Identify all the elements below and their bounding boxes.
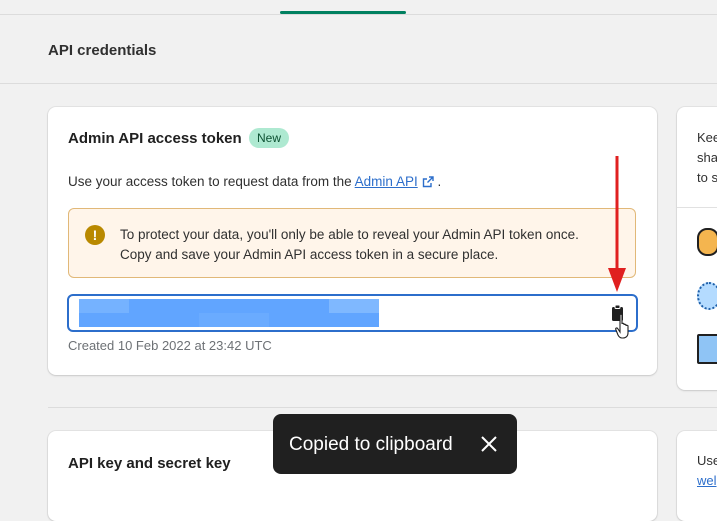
admin-api-link[interactable]: Admin API bbox=[355, 174, 434, 189]
admin-api-link-label[interactable]: Admin API bbox=[355, 174, 418, 189]
side-panel-text: Kee sha to s bbox=[697, 130, 717, 185]
warning-banner: ! To protect your data, you'll only be a… bbox=[68, 208, 636, 278]
new-badge: New bbox=[249, 128, 290, 148]
description-period: . bbox=[437, 174, 442, 189]
access-token-field[interactable] bbox=[67, 294, 638, 332]
toast-message: Copied to clipboard bbox=[289, 434, 453, 455]
card-divider bbox=[48, 407, 717, 408]
token-created-date: Created 10 Feb 2022 at 23:42 UTC bbox=[68, 338, 272, 353]
tab-divider bbox=[0, 14, 717, 15]
redacted-token-value[interactable] bbox=[79, 299, 379, 327]
warning-text: To protect your data, you'll only be abl… bbox=[120, 225, 620, 265]
gear-icon bbox=[697, 282, 717, 310]
access-token-title: Admin API access token bbox=[68, 130, 242, 147]
description-text: Use your access token to request data fr… bbox=[68, 174, 352, 189]
side-panel-divider bbox=[677, 207, 717, 208]
pointer-cursor-icon bbox=[615, 313, 633, 346]
exclamation-icon: ! bbox=[85, 225, 105, 245]
warning-line-1: To protect your data, you'll only be abl… bbox=[120, 227, 579, 242]
access-token-description: Use your access token to request data fr… bbox=[68, 174, 441, 191]
close-icon[interactable] bbox=[479, 434, 499, 454]
section-divider bbox=[0, 83, 717, 84]
external-link-icon[interactable] bbox=[422, 176, 434, 191]
side-panel-link[interactable]: wel bbox=[697, 471, 717, 491]
coin-icon bbox=[697, 228, 717, 256]
annotation-arrow bbox=[608, 156, 626, 292]
api-key-title: API key and secret key bbox=[68, 455, 231, 472]
warning-line-2: Copy and save your Admin API access toke… bbox=[120, 247, 499, 262]
section-title: API credentials bbox=[48, 42, 157, 59]
side-panel-bottom-text: Use wel bbox=[697, 451, 717, 491]
scroll-icon bbox=[697, 334, 717, 364]
toast-notification: Copied to clipboard bbox=[273, 414, 517, 474]
